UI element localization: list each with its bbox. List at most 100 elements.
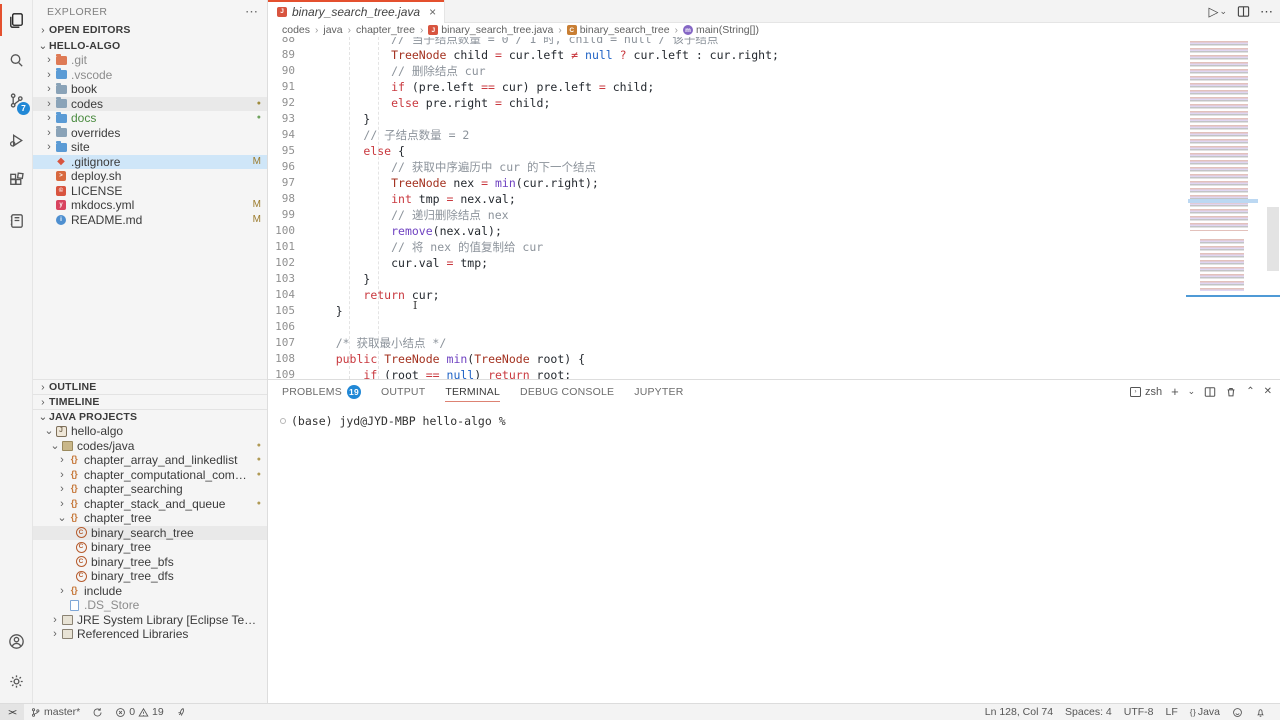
minimap[interactable] (1186, 39, 1266, 379)
editor-scrollbar[interactable] (1266, 37, 1280, 379)
panel-tab-output[interactable]: OUTPUT (381, 380, 425, 403)
project-item-codes-java[interactable]: ⌄codes/java● (33, 439, 267, 454)
panel-tab-terminal[interactable]: TERMINAL (445, 380, 500, 403)
code-line-93[interactable]: 93 } (268, 111, 1184, 127)
file-site[interactable]: ›site (33, 140, 267, 155)
code-line-94[interactable]: 94 // 子结点数量 = 2 (268, 127, 1184, 143)
code-line-89[interactable]: 89 TreeNode child = cur.left ≠ null ? cu… (268, 47, 1184, 63)
breadcrumb-item[interactable]: java (323, 24, 342, 36)
settings-button[interactable] (0, 661, 33, 701)
project-item-chapter-array-and-linkedlist[interactable]: ›{}chapter_array_and_linkedlist● (33, 453, 267, 468)
run-dropdown-chevron-icon[interactable]: ⌄ (1219, 6, 1227, 17)
timeline-section[interactable]: › TIMELINE (33, 394, 267, 409)
code-line-92[interactable]: 92 else pre.right = child; (268, 95, 1184, 111)
project-item-binary-tree[interactable]: Cbinary_tree (33, 540, 267, 555)
project-item-referenced-libraries[interactable]: ›Referenced Libraries (33, 627, 267, 642)
code-line-101[interactable]: 101 // 将 nex 的值复制给 cur (268, 239, 1184, 255)
project-item--ds-store[interactable]: .DS_Store (33, 598, 267, 613)
file-codes[interactable]: ›codes● (33, 97, 267, 112)
eol-status[interactable]: LF (1160, 704, 1184, 720)
split-editor-button[interactable] (1237, 5, 1250, 18)
code-line-105[interactable]: 105 } (268, 303, 1184, 319)
shell-selector[interactable]: › zsh (1130, 386, 1162, 398)
java-projects-section[interactable]: ⌄ JAVA PROJECTS (33, 409, 267, 424)
panel-tab-debug-console[interactable]: DEBUG CONSOLE (520, 380, 614, 403)
activity-search-button[interactable] (0, 40, 33, 80)
code-line-99[interactable]: 99 // 递归删除结点 nex (268, 207, 1184, 223)
activity-source-control-button[interactable]: 7 (0, 80, 33, 120)
code-line-106[interactable]: 106 (268, 319, 1184, 335)
cursor-position-status[interactable]: Ln 128, Col 74 (979, 704, 1059, 720)
tab-binary-search-tree[interactable]: J binary_search_tree.java × (268, 0, 445, 23)
git-branch-status[interactable]: master* (24, 704, 86, 720)
project-item-binary-tree-dfs[interactable]: Cbinary_tree_dfs (33, 569, 267, 584)
project-item-binary-search-tree[interactable]: Cbinary_search_tree (33, 526, 267, 541)
project-item-chapter-tree[interactable]: ⌄{}chapter_tree (33, 511, 267, 526)
new-terminal-button[interactable]: + (1171, 384, 1179, 399)
breadcrumb-item[interactable]: mmain(String[]) (683, 24, 759, 36)
editor-more-actions-button[interactable]: ⋯ (1260, 4, 1274, 20)
scrollbar-thumb[interactable] (1267, 207, 1279, 271)
code-line-103[interactable]: 103 } (268, 271, 1184, 287)
indentation-status[interactable]: Spaces: 4 (1059, 704, 1118, 720)
run-java-button[interactable]: ▷ ⌄ (1208, 4, 1227, 20)
remote-indicator[interactable]: >< (0, 704, 24, 720)
panel-tab-problems[interactable]: PROBLEMS19 (282, 380, 361, 403)
breadcrumb-item[interactable]: Cbinary_search_tree (567, 24, 670, 36)
feedback-button[interactable] (1226, 704, 1249, 720)
language-mode-status[interactable]: { } Java (1184, 704, 1226, 720)
code-line-97[interactable]: 97 TreeNode nex = min(cur.right); (268, 175, 1184, 191)
breadcrumb-item[interactable]: codes (282, 24, 310, 36)
explorer-more-actions-button[interactable]: ⋯ (245, 4, 259, 20)
file-mkdocs-yml[interactable]: ymkdocs.ymlM (33, 198, 267, 213)
split-terminal-button[interactable] (1204, 386, 1216, 398)
activity-extensions-button[interactable] (0, 160, 33, 200)
java-status-button[interactable] (170, 704, 193, 720)
file--gitignore[interactable]: ◆.gitignoreM (33, 155, 267, 170)
code-editor[interactable]: 88 // 当子结点数量 = 0 / 1 时, child = null / 该… (268, 37, 1280, 379)
project-item-chapter-stack-and-queue[interactable]: ›{}chapter_stack_and_queue● (33, 497, 267, 512)
file-readme-md[interactable]: iREADME.mdM (33, 213, 267, 228)
file-book[interactable]: ›book (33, 82, 267, 97)
code-line-96[interactable]: 96 // 获取中序遍历中 cur 的下一个结点 (268, 159, 1184, 175)
code-line-91[interactable]: 91 if (pre.left == cur) pre.left = child… (268, 79, 1184, 95)
code-line-90[interactable]: 90 // 删除结点 cur (268, 63, 1184, 79)
code-line-102[interactable]: 102 cur.val = tmp; (268, 255, 1184, 271)
activity-notebook-button[interactable] (0, 200, 33, 240)
code-line-107[interactable]: 107 /* 获取最小结点 */ (268, 335, 1184, 351)
maximize-panel-button[interactable]: ⌃ (1246, 386, 1254, 397)
code-line-104[interactable]: 104 return cur; (268, 287, 1184, 303)
code-line-98[interactable]: 98 int tmp = nex.val; (268, 191, 1184, 207)
panel-tab-jupyter[interactable]: JUPYTER (634, 380, 683, 403)
project-item-chapter-searching[interactable]: ›{}chapter_searching (33, 482, 267, 497)
notifications-button[interactable] (1249, 704, 1272, 720)
file-overrides[interactable]: ›overrides (33, 126, 267, 141)
file--vscode[interactable]: ›.vscode (33, 68, 267, 83)
project-item-jre-system-library-eclipse-temurin-17-17-[interactable]: ›JRE System Library [Eclipse Temurin 17 … (33, 613, 267, 628)
project-item-binary-tree-bfs[interactable]: Cbinary_tree_bfs (33, 555, 267, 570)
code-line-95[interactable]: 95 else { (268, 143, 1184, 159)
kill-terminal-button[interactable] (1225, 386, 1237, 398)
file-deploy-sh[interactable]: >deploy.sh (33, 169, 267, 184)
breadcrumb-item[interactable]: Jbinary_search_tree.java (428, 24, 553, 36)
open-editors-section[interactable]: › OPEN EDITORS (33, 22, 267, 37)
activity-run-debug-button[interactable] (0, 120, 33, 160)
file-docs[interactable]: ›docs● (33, 111, 267, 126)
code-line-88[interactable]: 88 // 当子结点数量 = 0 / 1 时, child = null / 该… (268, 37, 1184, 47)
problems-status[interactable]: 0 19 (109, 704, 170, 720)
account-button[interactable] (0, 621, 33, 661)
outline-section[interactable]: › OUTLINE (33, 379, 267, 394)
activity-explorer-button[interactable] (0, 0, 33, 40)
file--git[interactable]: ›.git (33, 53, 267, 68)
tab-close-icon[interactable]: × (429, 5, 436, 19)
project-item-chapter-computational-complexity[interactable]: ›{}chapter_computational_complexity● (33, 468, 267, 483)
project-item-hello-algo[interactable]: ⌄Jhello-algo (33, 424, 267, 439)
breadcrumb-item[interactable]: chapter_tree (356, 24, 415, 36)
encoding-status[interactable]: UTF-8 (1118, 704, 1160, 720)
code-line-100[interactable]: 100 remove(nex.val); (268, 223, 1184, 239)
file-license[interactable]: ©LICENSE (33, 184, 267, 199)
sync-changes-button[interactable] (86, 704, 109, 720)
code-line-109[interactable]: 109 if (root == null) return root; (268, 367, 1184, 379)
workspace-root-section[interactable]: ⌄ HELLO-ALGO (33, 38, 267, 53)
terminal[interactable]: (base) jyd@JYD-MBP hello-algo % (268, 403, 1280, 703)
